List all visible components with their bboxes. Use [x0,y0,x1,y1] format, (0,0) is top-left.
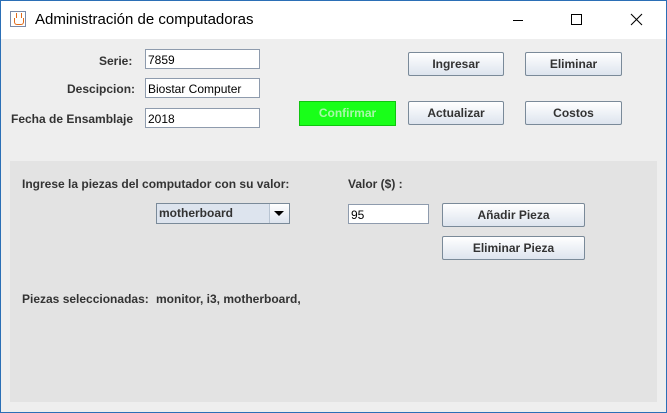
pieza-select-value: motherboard [157,204,269,223]
eliminar-pieza-button[interactable]: Eliminar Pieza [442,236,585,260]
fecha-field[interactable]: 2018 [145,108,260,128]
valor-label: Valor ($) : [348,177,403,191]
close-icon [630,13,643,26]
descripcion-label: Descipcion: [67,82,136,96]
title-bar[interactable]: Administración de computadoras [1,1,666,39]
fecha-label: Fecha de Ensamblaje [11,112,134,126]
dropdown-arrow-icon[interactable] [269,204,289,223]
eliminar-button[interactable]: Eliminar [525,52,622,76]
content-area: Serie: 7859 Descipcion: Biostar Computer… [1,39,666,412]
java-icon [10,11,26,27]
descripcion-field[interactable]: Biostar Computer [145,78,260,98]
maximize-button[interactable] [553,1,599,39]
piezas-prompt: Ingrese la piezas del computador con su … [22,177,290,191]
serie-label: Serie: [99,54,133,68]
confirmar-button[interactable]: Confirmar [299,101,396,126]
ingresar-button[interactable]: Ingresar [408,52,504,76]
close-button[interactable] [611,1,657,39]
costos-button[interactable]: Costos [525,101,622,125]
minimize-icon [513,20,523,21]
pieza-select[interactable]: motherboard [156,203,290,224]
piezas-seleccionadas-list: monitor, i3, motherboard, [156,292,301,306]
minimize-button[interactable] [495,1,541,39]
valor-field[interactable]: 95 [348,204,429,224]
actualizar-button[interactable]: Actualizar [408,101,504,125]
app-window: Administración de computadoras Serie: 78… [0,0,667,413]
maximize-icon [571,14,582,25]
piezas-panel: Ingrese la piezas del computador con su … [10,161,657,402]
anadir-pieza-button[interactable]: Añadir Pieza [442,203,585,227]
piezas-seleccionadas-label: Piezas seleccionadas: [22,292,149,306]
serie-field[interactable]: 7859 [145,49,260,69]
window-title: Administración de computadoras [35,11,254,28]
